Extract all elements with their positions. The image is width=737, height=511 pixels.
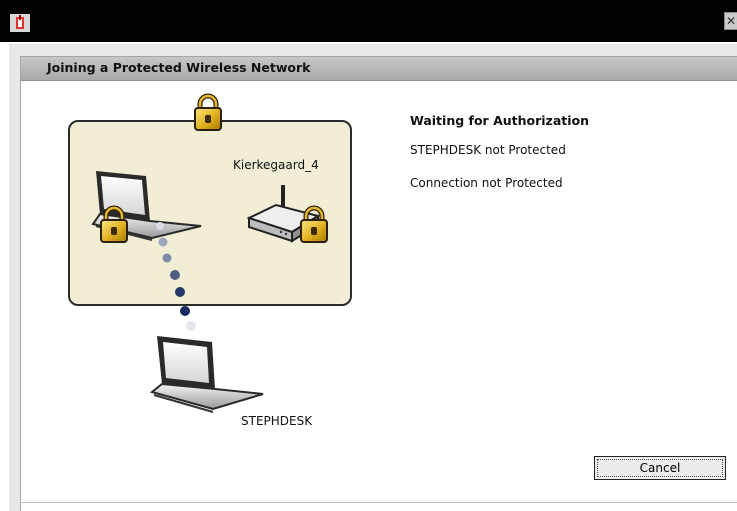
connection-progress-dots [156, 222, 196, 331]
status-connection-protection: Connection not Protected [410, 176, 563, 190]
network-diagram [91, 0, 737, 413]
cancel-button[interactable]: Cancel [594, 456, 726, 480]
divider [20, 502, 737, 503]
status-device-protection: STEPHDESK not Protected [410, 143, 566, 157]
status-title: Waiting for Authorization [410, 113, 590, 128]
network-padlock-icon [195, 96, 221, 130]
router-padlock-icon [301, 208, 327, 242]
client-laptop-icon [149, 336, 264, 413]
network-name-label: Kierkegaard_4 [233, 158, 319, 172]
client-name-label: STEPHDESK [241, 414, 313, 428]
